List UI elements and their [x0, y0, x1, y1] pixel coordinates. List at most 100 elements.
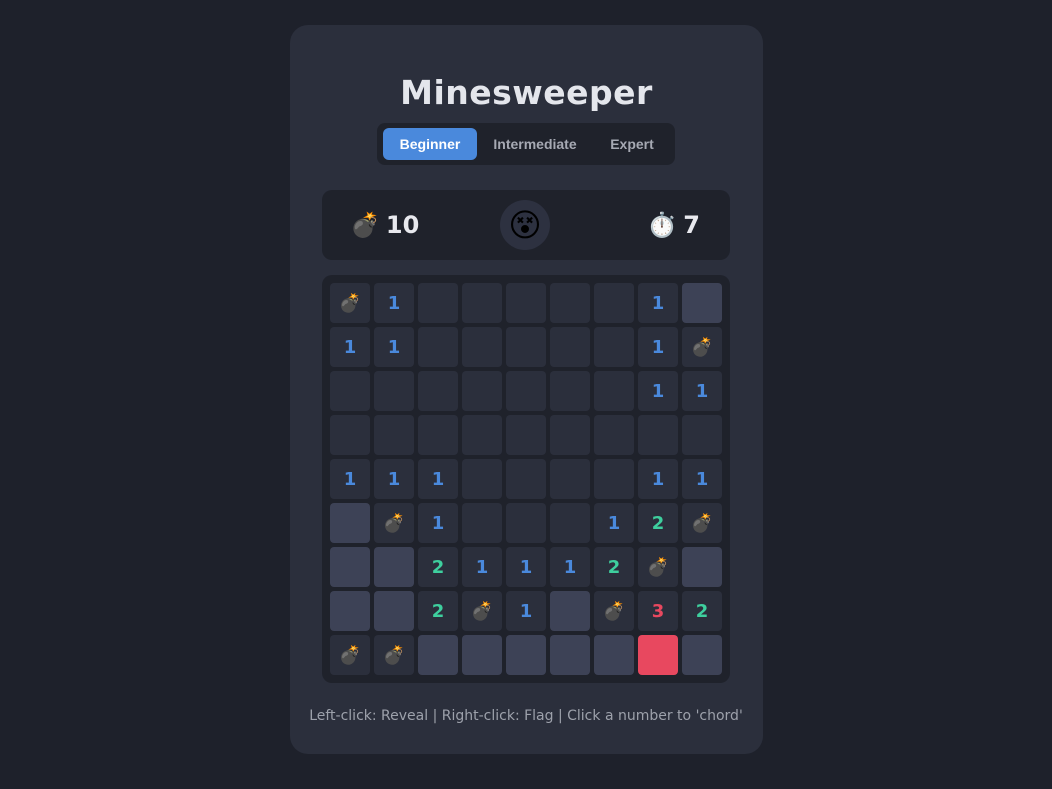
empty-cell[interactable] [594, 283, 634, 323]
number-cell[interactable]: 1 [330, 327, 370, 367]
empty-cell[interactable] [506, 503, 546, 543]
stopwatch-icon: ⏱️ [647, 211, 678, 239]
mine-cell[interactable]: 💣 [594, 591, 634, 631]
tab-intermediate[interactable]: Intermediate [481, 128, 589, 160]
empty-cell[interactable] [462, 283, 502, 323]
hidden-cell[interactable] [594, 635, 634, 675]
empty-cell[interactable] [506, 327, 546, 367]
mine-count: 10 [385, 211, 420, 239]
empty-cell[interactable] [506, 415, 546, 455]
empty-cell[interactable] [638, 415, 678, 455]
bomb-icon: 💣 [338, 644, 362, 666]
mine-counter: 💣 10 [350, 190, 419, 260]
empty-cell[interactable] [462, 459, 502, 499]
bomb-icon: 💣 [382, 644, 406, 666]
number-cell[interactable]: 1 [506, 547, 546, 587]
empty-cell[interactable] [594, 459, 634, 499]
mine-cell[interactable]: 💣 [330, 283, 370, 323]
number-cell[interactable]: 1 [330, 459, 370, 499]
hidden-cell[interactable] [550, 635, 590, 675]
number-cell[interactable]: 2 [638, 503, 678, 543]
number-cell[interactable]: 1 [550, 547, 590, 587]
timer: ⏱️ 7 [647, 190, 700, 260]
number-cell[interactable]: 1 [682, 459, 722, 499]
number-cell[interactable]: 1 [374, 327, 414, 367]
number-cell[interactable]: 1 [418, 459, 458, 499]
empty-cell[interactable] [418, 415, 458, 455]
mine-cell[interactable]: 💣 [682, 503, 722, 543]
empty-cell[interactable] [462, 371, 502, 411]
mine-cell[interactable]: 💣 [374, 635, 414, 675]
instructions-text: Left-click: Reveal | Right-click: Flag |… [309, 708, 743, 724]
hidden-cell[interactable] [682, 547, 722, 587]
empty-cell[interactable] [374, 371, 414, 411]
hidden-cell[interactable] [550, 591, 590, 631]
empty-cell[interactable] [462, 415, 502, 455]
hidden-cell[interactable] [418, 635, 458, 675]
number-cell[interactable]: 1 [506, 591, 546, 631]
empty-cell[interactable] [550, 503, 590, 543]
number-cell[interactable]: 2 [594, 547, 634, 587]
mine-cell[interactable]: 💣 [462, 591, 502, 631]
number-cell[interactable]: 1 [594, 503, 634, 543]
hidden-cell[interactable] [330, 503, 370, 543]
tab-expert[interactable]: Expert [595, 128, 669, 160]
number-cell[interactable]: 1 [418, 503, 458, 543]
empty-cell[interactable] [506, 283, 546, 323]
tab-beginner[interactable]: Beginner [383, 128, 477, 160]
empty-cell[interactable] [550, 371, 590, 411]
bomb-icon: 💣 [646, 556, 670, 578]
empty-cell[interactable] [550, 283, 590, 323]
empty-cell[interactable] [550, 459, 590, 499]
number-cell[interactable]: 3 [638, 591, 678, 631]
hidden-cell[interactable] [374, 547, 414, 587]
empty-cell[interactable] [506, 459, 546, 499]
number-cell[interactable]: 1 [462, 547, 502, 587]
mine-cell[interactable]: 💣 [682, 327, 722, 367]
number-cell[interactable]: 2 [418, 591, 458, 631]
hidden-cell[interactable] [682, 635, 722, 675]
exploded-mine-cell[interactable] [638, 635, 678, 675]
empty-cell[interactable] [462, 327, 502, 367]
empty-cell[interactable] [506, 371, 546, 411]
empty-cell[interactable] [682, 415, 722, 455]
bomb-icon: 💣 [350, 211, 380, 239]
bomb-icon: 💣 [470, 600, 494, 622]
number-cell[interactable]: 1 [638, 459, 678, 499]
mine-cell[interactable]: 💣 [330, 635, 370, 675]
bomb-icon: 💣 [690, 512, 714, 534]
hidden-cell[interactable] [462, 635, 502, 675]
number-cell[interactable]: 1 [638, 327, 678, 367]
number-cell[interactable]: 2 [682, 591, 722, 631]
hidden-cell[interactable] [330, 547, 370, 587]
empty-cell[interactable] [418, 283, 458, 323]
mine-cell[interactable]: 💣 [374, 503, 414, 543]
number-cell[interactable]: 1 [638, 371, 678, 411]
number-cell[interactable]: 1 [374, 459, 414, 499]
number-cell[interactable]: 2 [418, 547, 458, 587]
empty-cell[interactable] [550, 415, 590, 455]
empty-cell[interactable] [330, 371, 370, 411]
hidden-cell[interactable] [682, 283, 722, 323]
empty-cell[interactable] [462, 503, 502, 543]
empty-cell[interactable] [418, 327, 458, 367]
empty-cell[interactable] [374, 415, 414, 455]
empty-cell[interactable] [594, 327, 634, 367]
hidden-cell[interactable] [330, 591, 370, 631]
empty-cell[interactable] [330, 415, 370, 455]
mine-cell[interactable]: 💣 [638, 547, 678, 587]
hidden-cell[interactable] [506, 635, 546, 675]
difficulty-tabs: Beginner Intermediate Expert [377, 123, 675, 165]
empty-cell[interactable] [418, 371, 458, 411]
hidden-cell[interactable] [374, 591, 414, 631]
empty-cell[interactable] [550, 327, 590, 367]
number-cell[interactable]: 1 [638, 283, 678, 323]
empty-cell[interactable] [594, 415, 634, 455]
page-title: Minesweeper [400, 73, 653, 112]
bomb-icon: 💣 [602, 600, 626, 622]
number-cell[interactable]: 1 [682, 371, 722, 411]
dizzy-face-icon: 😵 [508, 206, 542, 244]
empty-cell[interactable] [594, 371, 634, 411]
number-cell[interactable]: 1 [374, 283, 414, 323]
reset-face-button[interactable]: 😵 [500, 200, 550, 250]
